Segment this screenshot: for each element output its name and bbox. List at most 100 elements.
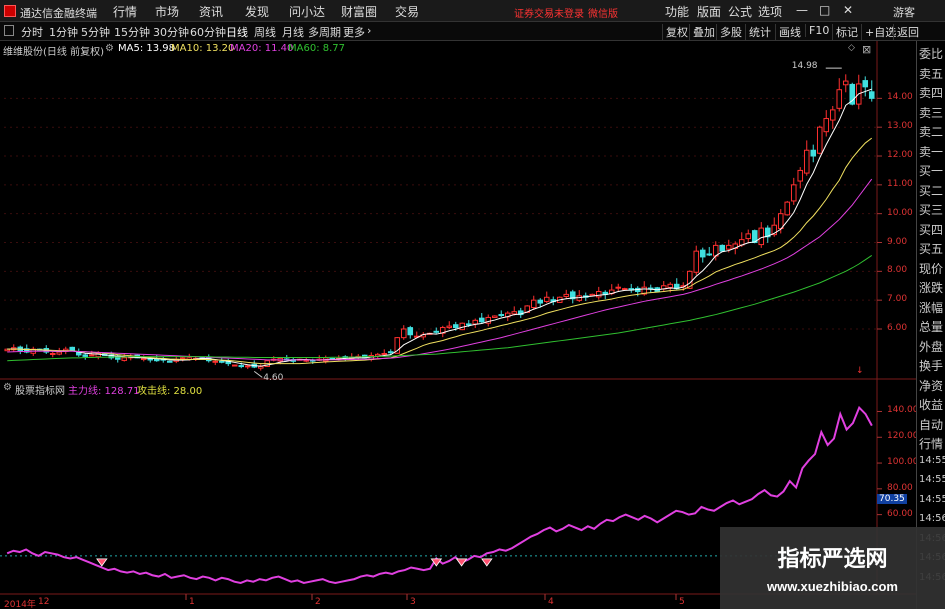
sidebar-item: 14:55 — [919, 474, 945, 485]
candle-body — [530, 299, 537, 308]
candle-body — [725, 244, 732, 250]
sidebar-item: 自动 — [919, 417, 944, 432]
indicator-title: 股票指标网 — [15, 386, 65, 397]
x-tick-label: 3 — [410, 597, 416, 607]
sidebar-item: 卖四 — [919, 86, 944, 100]
low-price-label: 4.60 — [263, 373, 284, 384]
current-value-tag: 70.35 — [877, 494, 907, 505]
candle-body — [465, 323, 472, 326]
candle-body — [667, 283, 674, 288]
candle-body — [615, 286, 622, 289]
candle-body — [166, 360, 173, 363]
candle-body — [699, 249, 706, 258]
sidebar-item: 行情 — [919, 437, 944, 451]
sidebar-item: 买一 — [919, 164, 944, 178]
candle-body — [82, 354, 89, 357]
candle-body — [69, 346, 76, 352]
candle-body — [218, 360, 225, 363]
candle-body — [868, 91, 875, 99]
sidebar-item: 外盘 — [919, 339, 944, 354]
ma60-label: MA60: 8.77 — [288, 43, 346, 54]
sidebar-item: 买二 — [919, 183, 944, 198]
candle-body — [381, 352, 388, 355]
y-tick-label: 12.00 — [887, 150, 913, 161]
candle-body — [537, 299, 544, 304]
candle-body — [88, 354, 95, 357]
candle-body — [797, 169, 804, 182]
sub-y-tick-label: 140.00 — [887, 405, 919, 416]
y-tick-label: 14.00 — [887, 92, 913, 103]
y-tick-label: 6.00 — [887, 322, 908, 333]
sidebar-item: 现价 — [919, 261, 944, 276]
candle-body — [498, 314, 505, 317]
candle-body — [693, 250, 700, 273]
candle-body — [790, 184, 797, 202]
sidebar-item: 净资 — [919, 378, 944, 393]
candle-body — [823, 118, 830, 133]
candle-body — [706, 253, 713, 256]
sidebar-item: 14:55 — [919, 493, 945, 505]
sub-y-tick-label: 60.00 — [887, 508, 913, 519]
sidebar-item: 卖二 — [919, 125, 944, 139]
gear-icon[interactable]: ⚙ — [105, 43, 114, 54]
sub-gear-icon[interactable]: ⚙ — [3, 382, 12, 393]
candle-body — [563, 293, 570, 297]
sidebar-item: 买五 — [919, 242, 944, 256]
candle-body — [491, 315, 498, 318]
sidebar-item: 收益 — [919, 398, 944, 412]
y-tick-label: 13.00 — [887, 121, 913, 132]
signal-diamond-icon — [481, 558, 493, 567]
candle-body — [719, 244, 726, 252]
x-tick-label: 2014年 — [4, 600, 36, 609]
watermark: 指标严选网 www.xuezhibiao.com — [720, 527, 945, 609]
candle-body — [836, 89, 843, 109]
watermark-title: 指标严选网 — [777, 547, 888, 572]
sidebar-item: 14:55 — [919, 454, 945, 466]
ma10-label: MA10: 13.20 — [171, 43, 235, 54]
sidebar-item: 卖五 — [919, 66, 944, 81]
y-tick-label: 11.00 — [887, 178, 913, 189]
sidebar-item: 买三 — [919, 203, 944, 217]
ma20-label: MA20: 11.40 — [230, 43, 294, 54]
app-window: 通达信金融终端 行情 市场 资讯 发现 问小达 财富圈 交易 证券交易未登录 微… — [0, 0, 945, 609]
sidebar-item: 换手 — [919, 359, 944, 373]
sub-y-tick-label: 100.00 — [887, 457, 919, 468]
signal-diamond-icon — [96, 558, 108, 567]
candle-body — [446, 325, 453, 329]
down-arrow-icon: ↓ — [856, 366, 864, 376]
candle-body — [231, 364, 238, 367]
stock-title: 维维股份(日线 前复权) — [3, 47, 104, 58]
signal-diamond-icon — [455, 558, 468, 567]
y-tick-label: 9.00 — [887, 236, 908, 247]
panel-close-icon[interactable]: ⊠ — [862, 43, 871, 56]
sidebar-item: 总量 — [919, 320, 944, 334]
x-tick-label: 2 — [315, 597, 321, 607]
chart-canvas[interactable] — [0, 0, 916, 609]
candle-body — [595, 291, 602, 298]
candle-body — [257, 365, 264, 369]
sub-y-tick-label: 80.00 — [887, 482, 913, 493]
attack-line-label: 攻击线: 28.00 — [137, 386, 203, 397]
ma5-label: MA5: 13.98 — [118, 43, 176, 54]
sidebar-item: 涨跌 — [919, 281, 944, 295]
candle-body — [621, 288, 628, 291]
ma-line-ma5 — [7, 88, 872, 367]
candle-body — [140, 357, 147, 361]
sub-y-tick-label: 120.00 — [887, 431, 919, 442]
sidebar-item: 14:56 — [919, 513, 945, 524]
x-tick-label: 4 — [548, 597, 554, 607]
candle-body — [452, 324, 459, 329]
y-tick-label: 10.00 — [887, 207, 913, 218]
candle-body — [478, 317, 485, 323]
candle-body — [816, 126, 823, 154]
candle-body — [472, 319, 479, 325]
candle-body — [810, 149, 817, 157]
candle-body — [784, 201, 791, 216]
candle-body — [212, 360, 219, 363]
y-tick-label: 7.00 — [887, 294, 908, 305]
candle-body — [387, 351, 394, 354]
candle-body — [121, 357, 128, 361]
sidebar-item: 委比 — [919, 47, 944, 61]
candle-body — [147, 358, 154, 361]
x-tick-label: 12 — [38, 597, 50, 607]
